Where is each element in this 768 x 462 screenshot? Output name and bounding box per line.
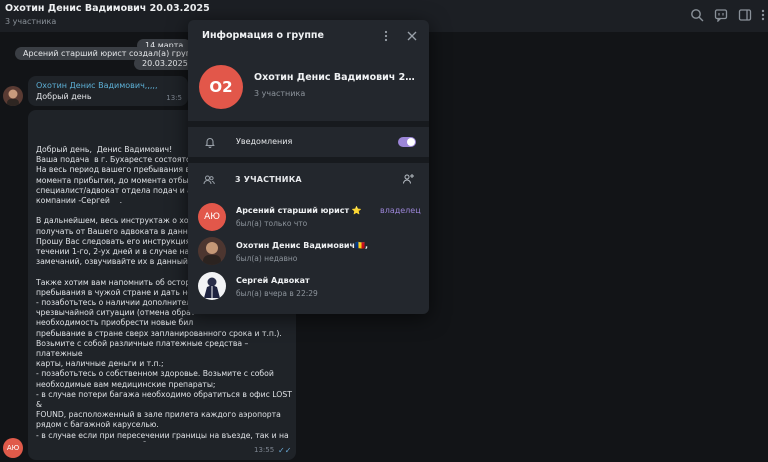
dialog-title: Информация о группе — [202, 30, 324, 41]
message-time: 13:55 — [254, 446, 275, 454]
member-avatar[interactable] — [198, 237, 226, 265]
more-icon[interactable] — [756, 8, 768, 22]
group-info-dialog: Информация о группе О2 Охотин Денис Вади… — [188, 20, 429, 314]
group-name: Охотин Денис Вадимович 20.03.2025 — [254, 72, 420, 83]
bell-icon — [204, 136, 216, 148]
notifications-toggle[interactable] — [398, 137, 416, 147]
member-name: Сергей Адвокат — [236, 276, 310, 285]
owner-badge: владелец — [380, 206, 421, 215]
message-sender[interactable]: Охотин Денис Вадимович,,,,, — [36, 81, 158, 90]
chat-member-count[interactable]: 3 участника — [5, 17, 56, 26]
group-avatar[interactable]: О2 — [199, 65, 243, 109]
read-checks-icon: ✓✓ — [278, 446, 292, 455]
more-icon[interactable] — [380, 30, 392, 42]
divider — [188, 157, 429, 163]
member-status: был(а) недавно — [236, 254, 298, 263]
members-icon — [203, 174, 215, 186]
member-name: Охотин Денис Вадимович🇷🇴, — [236, 241, 368, 250]
notifications-label: Уведомления — [236, 137, 293, 146]
member-avatar[interactable] — [198, 272, 226, 300]
group-member-count: 3 участника — [254, 89, 306, 98]
message-time: 13:5 — [166, 94, 182, 102]
divider — [188, 121, 429, 127]
message-text: Добрый день — [36, 92, 92, 101]
member-status: был(а) только что — [236, 219, 308, 228]
member-avatar[interactable]: АЮ — [198, 203, 226, 231]
close-icon[interactable] — [406, 30, 418, 42]
search-icon[interactable] — [690, 8, 704, 22]
comment-icon[interactable] — [714, 8, 728, 22]
sender-avatar[interactable] — [3, 86, 23, 106]
toggle-knob — [407, 138, 415, 146]
chat-title[interactable]: Охотин Денис Вадимович 20.03.2025 — [5, 3, 210, 14]
member-name: Арсений старший юрист ⭐ — [236, 206, 362, 215]
member-status: был(а) вчера в 22:29 — [236, 289, 318, 298]
message-bubble[interactable]: Охотин Денис Вадимович,,,,, Добрый день … — [28, 76, 188, 106]
add-member-icon[interactable] — [402, 173, 414, 185]
members-header: 3 УЧАСТНИКА — [235, 175, 302, 184]
sender-avatar-initials[interactable]: АЮ — [3, 438, 23, 458]
sidebar-icon[interactable] — [738, 8, 752, 22]
